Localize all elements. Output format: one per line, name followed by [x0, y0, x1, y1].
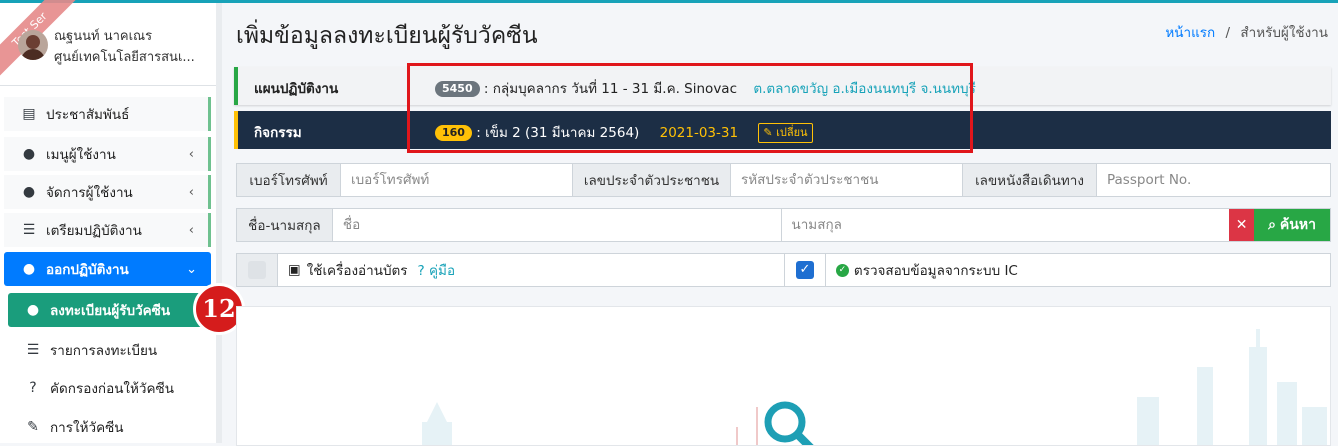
ic-checkbox[interactable]: ✓	[795, 261, 814, 279]
subitem-label: ลงทะเบียนผู้รับวัคซีน	[50, 303, 171, 319]
activity-label: กิจกรรม	[254, 125, 302, 141]
breadcrumb-current: สำหรับผู้ใช้งาน	[1240, 25, 1328, 41]
close-icon: ✕	[1235, 217, 1248, 233]
subitem-label: รายการลงทะเบียน	[50, 343, 158, 359]
sidebar: Test Ser ณฐนนท์ นาคเณร ศูนย์เทคโนโลยีสาร…	[0, 0, 222, 444]
user-edit-icon: ●	[22, 184, 36, 200]
name-search-row: ชื่อ-นามสกุล ✕ ⌕ค้นหา	[236, 208, 1331, 242]
city-illustration	[422, 329, 1327, 445]
sidebar-item-user-menu[interactable]: ● เมนูผู้ใช้งาน ‹	[4, 137, 211, 171]
chevron-left-icon: ‹	[188, 146, 194, 162]
search-button[interactable]: ⌕ ค้นหา	[1254, 209, 1330, 241]
list-icon: ☰	[26, 342, 40, 358]
breadcrumb-home-link[interactable]: หน้าแรก	[1165, 25, 1215, 41]
card-reader-label: ใช้เครื่องอ่านบัตร	[306, 263, 408, 279]
chevron-left-icon: ‹	[188, 222, 194, 238]
sidebar-item-operate[interactable]: ● ออกปฏิบัติงาน ⌄	[4, 252, 211, 286]
chevron-left-icon: ‹	[188, 184, 194, 200]
cid-input[interactable]	[731, 164, 963, 196]
avatar[interactable]	[18, 30, 48, 60]
check-circle-icon: ✓	[835, 263, 849, 277]
manual-link[interactable]: ? คู่มือ	[418, 259, 456, 281]
subitem-label: คัดกรองก่อนให้วัคซีน	[50, 381, 174, 397]
question-circle-icon: ?	[29, 380, 37, 396]
highlight-box	[407, 63, 973, 153]
sidebar-item-manage-users[interactable]: ● จัดการผู้ใช้งาน ‹	[4, 175, 211, 209]
ic-checkbox-cell: ✓	[785, 254, 826, 286]
options-row: ▣ ใช้เครื่องอ่านบัตร ? คู่มือ ✓ ✓ ตรวจสอ…	[236, 253, 1331, 287]
clear-button[interactable]: ✕	[1229, 209, 1255, 241]
subitem-screening[interactable]: ? คัดกรองก่อนให้วัคซีน	[8, 371, 205, 405]
subitem-register-vaccinee[interactable]: ● ลงทะเบียนผู้รับวัคซีน	[8, 293, 205, 327]
card-reader-checkbox-cell	[237, 254, 278, 286]
last-name-input[interactable]	[781, 209, 1230, 241]
question-circle-icon: ?	[417, 263, 425, 279]
phone-label: เบอร์โทรศัพท์	[237, 164, 341, 196]
sidebar-item-label: จัดการผู้ใช้งาน	[46, 185, 133, 201]
passport-input[interactable]	[1097, 164, 1330, 196]
phone-input[interactable]	[341, 164, 573, 196]
id-card-icon: ▣	[287, 262, 301, 278]
list-icon: ☰	[22, 222, 36, 238]
sidebar-item-label: เมนูผู้ใช้งาน	[46, 147, 116, 163]
passport-label: เลขหนังสือเดินทาง	[963, 164, 1097, 196]
sidebar-item-news[interactable]: ▤ ประชาสัมพันธ์	[4, 97, 211, 131]
fullname-label: ชื่อ-นามสกุล	[237, 209, 333, 241]
user-icon: ●	[22, 146, 36, 162]
cid-label: เลขประจำตัวประชาชน	[573, 164, 731, 196]
illustration-panel	[236, 306, 1331, 446]
user-edit-icon: ●	[26, 302, 40, 318]
subitem-vaccination[interactable]: ✎ การให้วัคซีน	[8, 410, 205, 444]
subitem-label: การให้วัคซีน	[50, 420, 124, 436]
card-reader-checkbox[interactable]	[247, 261, 266, 279]
sidebar-item-prepare[interactable]: ☰ เตรียมปฏิบัติงาน ‹	[4, 213, 211, 247]
page-title: เพิ่มข้อมูลลงทะเบียนผู้รับวัคซีน	[236, 23, 538, 49]
plan-label: แผนปฏิบัติงาน	[254, 81, 339, 97]
user-panel: Test Ser ณฐนนท์ นาคเณร ศูนย์เทคโนโลยีสาร…	[0, 0, 216, 86]
search-icon: ⌕	[1268, 217, 1276, 233]
newspaper-icon: ▤	[22, 106, 36, 122]
search-button-label: ค้นหา	[1279, 217, 1316, 233]
manual-link-label: คู่มือ	[429, 263, 456, 279]
ic-option: ✓ ตรวจสอบข้อมูลจากระบบ IC	[826, 254, 1330, 286]
sidebar-item-label: เตรียมปฏิบัติงาน	[46, 223, 142, 239]
chevron-down-icon: ⌄	[186, 261, 197, 277]
syringe-icon: ✎	[27, 419, 39, 435]
ic-check-label: ตรวจสอบข้อมูลจากระบบ IC	[853, 263, 1018, 279]
id-search-row: เบอร์โทรศัพท์ เลขประจำตัวประชาชน เลขหนัง…	[236, 163, 1331, 197]
sidebar-item-label: ประชาสัมพันธ์	[46, 107, 130, 123]
sidebar-item-label: ออกปฏิบัติงาน	[46, 262, 129, 278]
user-name[interactable]: ณฐนนท์ นาคเณร	[54, 25, 152, 46]
user-org: ศูนย์เทคโนโลยีสารสนเ...	[54, 50, 195, 65]
subitem-registration-list[interactable]: ☰ รายการลงทะเบียน	[8, 333, 205, 367]
first-name-input[interactable]	[332, 209, 782, 241]
breadcrumb: หน้าแรก / สำหรับผู้ใช้งาน	[1165, 21, 1328, 43]
user-nurse-icon: ●	[22, 261, 36, 277]
card-reader-option: ▣ ใช้เครื่องอ่านบัตร ? คู่มือ	[278, 254, 785, 286]
magnifier-icon	[764, 401, 814, 445]
breadcrumb-separator: /	[1225, 25, 1231, 41]
